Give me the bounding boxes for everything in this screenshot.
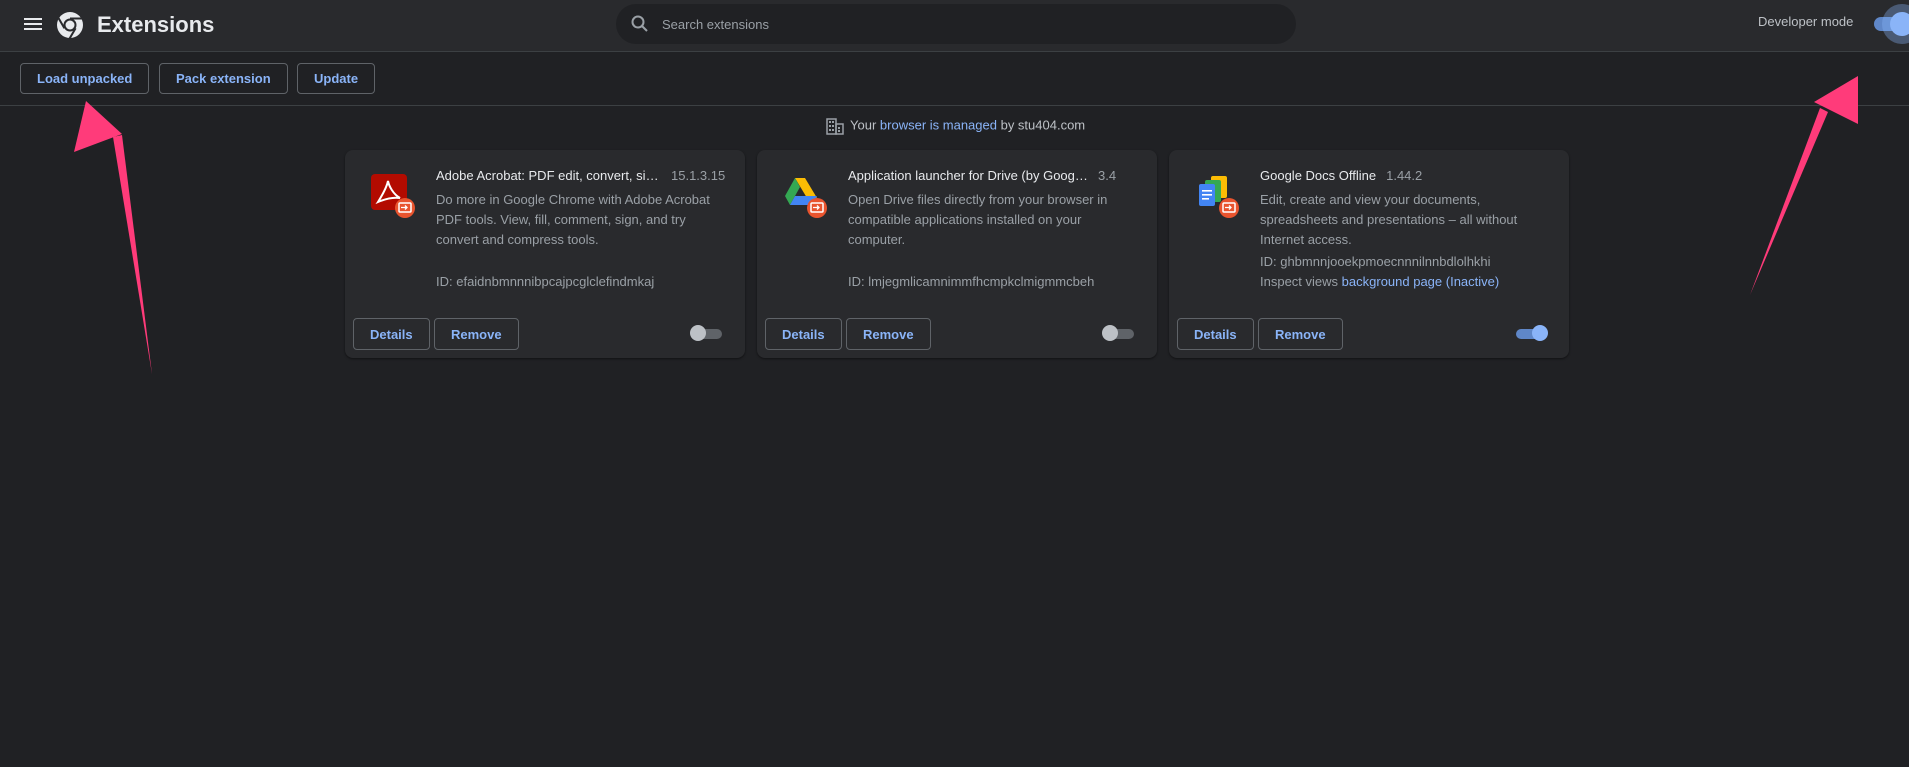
- annotation-arrow-right: [1750, 76, 1858, 295]
- extension-version: 1.44.2: [1386, 168, 1423, 183]
- extension-description: Open Drive files directly from your brow…: [848, 192, 1108, 247]
- managed-suffix: by stu404.com: [1000, 117, 1086, 133]
- extension-enable-toggle[interactable]: [690, 325, 724, 343]
- google-drive-icon: [785, 178, 827, 218]
- extension-card-adobe-acrobat: Adobe Acrobat: PDF edit, convert, sig… 15…: [345, 150, 745, 358]
- extension-description: Do more in Google Chrome with Adobe Acro…: [436, 192, 710, 247]
- extension-name: Google Docs Offline: [1260, 168, 1377, 183]
- extension-id: ID: ghbmnnjooekpmoecnnnilnnbdlolhkhi: [1260, 254, 1491, 269]
- developer-mode-toggle[interactable]: [1874, 12, 1909, 36]
- background-page-link[interactable]: background page (Inactive): [1342, 274, 1500, 289]
- managed-notice: Your browser is managed by stu404.com: [826, 117, 1085, 137]
- developer-toolbar: Load unpacked Pack extension Update: [0, 53, 1909, 106]
- inspect-views-label: Inspect views: [1260, 274, 1339, 289]
- extension-description: Edit, create and view your documents, sp…: [1260, 192, 1518, 247]
- extension-card-google-docs-offline: Google Docs Offline 1.44.2 Edit, create a…: [1169, 150, 1569, 358]
- google-docs-icon: [1199, 176, 1239, 218]
- remove-button[interactable]: Remove: [1258, 318, 1343, 350]
- extension-enable-toggle[interactable]: [1102, 325, 1136, 343]
- details-button[interactable]: Details: [1177, 318, 1254, 350]
- chrome-logo-icon: [57, 12, 83, 39]
- extension-enable-toggle[interactable]: [1514, 325, 1548, 343]
- extension-version: 3.4: [1098, 168, 1117, 183]
- load-unpacked-button[interactable]: Load unpacked: [20, 63, 150, 94]
- annotation-arrow-left: [74, 101, 152, 374]
- remove-button[interactable]: Remove: [434, 318, 519, 350]
- browser-managed-link[interactable]: browser is managed: [880, 117, 997, 132]
- search-input[interactable]: [660, 4, 1260, 44]
- search-icon: [631, 15, 648, 32]
- pack-extension-button[interactable]: Pack extension: [159, 63, 288, 94]
- extension-card-drive-launcher: Application launcher for Drive (by Googl…: [757, 150, 1157, 358]
- extension-name: Adobe Acrobat: PDF edit, convert, sig…: [436, 168, 661, 183]
- details-button[interactable]: Details: [765, 318, 842, 350]
- building-icon: [826, 118, 844, 135]
- extension-id: ID: lmjegmlicamnimmfhcmpkclmigmmcbeh: [848, 274, 1095, 289]
- extension-title-row: Google Docs Offline 1.44.2: [1260, 168, 1550, 183]
- remove-button[interactable]: Remove: [846, 318, 931, 350]
- extension-id: ID: efaidnbmnnnibpcajpcglclefindmkaj: [436, 274, 655, 289]
- page-title: Extensions: [97, 12, 215, 37]
- developer-mode-label: Developer mode: [1758, 14, 1854, 29]
- managed-prefix: Your: [850, 117, 877, 133]
- details-button[interactable]: Details: [353, 318, 430, 350]
- search-box[interactable]: [616, 4, 1296, 44]
- adobe-acrobat-icon: [371, 174, 415, 218]
- annotation-arrows: [74, 76, 1858, 374]
- inspect-views: Inspect views background page (Inactive): [1260, 274, 1499, 289]
- hamburger-menu-icon[interactable]: [22, 15, 44, 35]
- extension-version: 15.1.3.15: [671, 168, 726, 183]
- extension-title-row: Adobe Acrobat: PDF edit, convert, sig… 15…: [436, 168, 726, 183]
- top-bar: Extensions Developer mode: [0, 0, 1909, 52]
- update-button[interactable]: Update: [297, 63, 376, 94]
- extension-title-row: Application launcher for Drive (by Googl…: [848, 168, 1138, 183]
- extension-name: Application launcher for Drive (by Googl…: [848, 168, 1088, 183]
